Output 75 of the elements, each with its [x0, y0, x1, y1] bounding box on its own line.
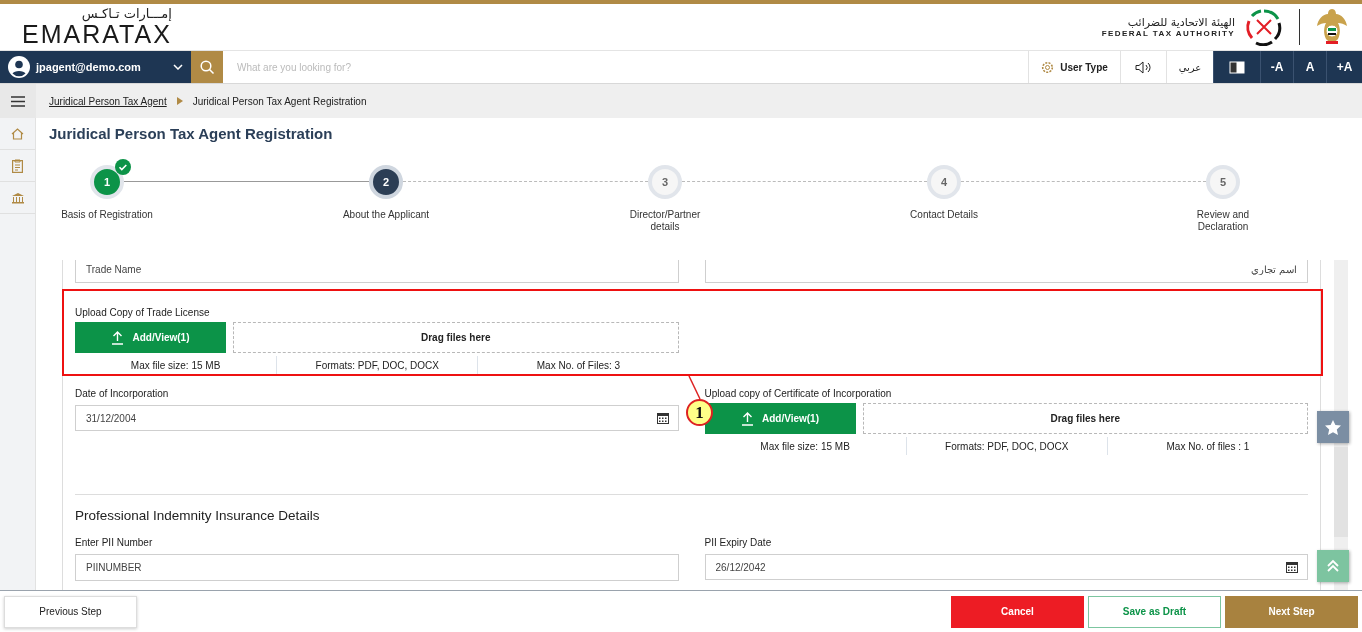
file-limit-text: Formats: PDF, DOC, DOCX [276, 356, 478, 374]
file-limit-text: Max No. of files : 1 [1106, 437, 1308, 455]
bank-icon [10, 191, 25, 204]
user-avatar-icon [8, 56, 30, 78]
file-limit-text: Max file size: 15 MB [129, 358, 222, 373]
save-draft-button[interactable]: Save as Draft [1088, 595, 1221, 628]
breadcrumb-current: Juridical Person Tax Agent Registration [192, 95, 367, 107]
contrast-button[interactable] [1213, 51, 1260, 83]
authority-emblem-icon [1245, 8, 1283, 46]
contrast-icon [1229, 60, 1245, 74]
field-label: Enter PII Number [75, 537, 154, 549]
drop-zone[interactable]: Drag files here [862, 403, 1308, 434]
step-label: Contact Details [910, 209, 978, 221]
step-circle[interactable]: 4 [927, 165, 961, 199]
previous-step-button[interactable]: Previous Step [4, 595, 137, 628]
step-label: About the Applicant [342, 209, 430, 221]
authority-name: FEDERAL TAX AUTHORITY [1101, 29, 1235, 38]
field-label: Date of Incorporation [75, 388, 170, 400]
authority-arabic-name: الهيئة الاتحادية للضرائب [1127, 16, 1235, 29]
double-chevron-up-icon [1326, 559, 1340, 573]
calendar-icon[interactable] [1286, 561, 1298, 573]
leader-line [688, 375, 702, 400]
breadcrumb-link[interactable]: Juridical Person Tax Agent [49, 95, 167, 107]
trade-name-field[interactable]: Trade Name [75, 260, 679, 283]
settings-icon [1041, 60, 1055, 74]
scroll-top-button[interactable] [1317, 550, 1349, 582]
field-label: PII Expiry Date [704, 537, 773, 549]
page-title: Juridical Person Tax Agent Registration [49, 125, 334, 143]
file-limit-text: Max file size: 15 MB [759, 439, 851, 454]
user-menu[interactable]: jpagent@demo.com [0, 51, 191, 83]
eagle-emblem-icon [1316, 7, 1348, 47]
callout-number: 1 [686, 399, 713, 426]
pii-number-field[interactable]: PIINUMBER [75, 554, 679, 581]
upload-label: Upload Copy of Trade License [75, 307, 211, 319]
drop-zone[interactable]: Drag files here [233, 322, 679, 353]
chevron-down-icon [173, 64, 183, 70]
breadcrumb-arrow-icon [176, 97, 183, 105]
add-view-button[interactable]: Add/View(1) [75, 322, 226, 353]
file-limit-text: Formats: PDF, DOC, DOCX [905, 437, 1107, 455]
trade-name-arabic-field[interactable]: اسم تجاري [704, 260, 1308, 283]
step-label: Director/Partner details [628, 209, 702, 233]
clipboard-icon [12, 158, 23, 173]
calendar-icon[interactable] [656, 412, 669, 424]
section-title: Professional Indemnity Insurance Details [75, 507, 321, 525]
upload-label: Upload copy of Certificate of Incorporation [704, 388, 893, 400]
speaker-icon [1135, 60, 1152, 74]
date-field[interactable]: 31/12/2004 [75, 405, 679, 431]
upload-icon [740, 411, 754, 426]
search-icon [199, 59, 215, 75]
step-circle[interactable]: 5 [1206, 165, 1240, 199]
font-size-button[interactable]: A [1293, 51, 1326, 83]
next-step-button[interactable]: Next Step [1225, 595, 1358, 628]
add-view-button[interactable]: Add/View(1) [704, 403, 856, 434]
user-email: jpagent@demo.com [36, 61, 142, 73]
check-icon [115, 159, 131, 175]
cancel-button[interactable]: Cancel [951, 595, 1084, 628]
font-size-button[interactable]: -A [1260, 51, 1293, 83]
step-circle[interactable]: 2 [369, 165, 403, 199]
menu-button[interactable] [0, 84, 36, 118]
date-field[interactable]: 26/12/2042 [704, 554, 1308, 580]
home-icon [11, 127, 24, 140]
logo-arabic-text: إمـــارات تـاكـس [81, 7, 172, 21]
file-limit-text: Max No. of Files: 3 [477, 356, 679, 374]
scrollbar-thumb[interactable] [1334, 447, 1348, 537]
step-label: Basis of Registration [61, 209, 153, 221]
logo-text: EMARATAX [22, 21, 172, 47]
step-circle[interactable]: 3 [648, 165, 682, 199]
search-button[interactable] [191, 51, 223, 83]
menu-icon [11, 95, 25, 107]
favorite-button[interactable] [1317, 411, 1349, 443]
font-size-button[interactable]: +A [1326, 51, 1362, 83]
star-icon [1325, 419, 1341, 435]
step-label: Review and Declaration [1195, 209, 1251, 233]
upload-icon [111, 330, 125, 345]
step-circle[interactable]: 1 [90, 165, 124, 199]
